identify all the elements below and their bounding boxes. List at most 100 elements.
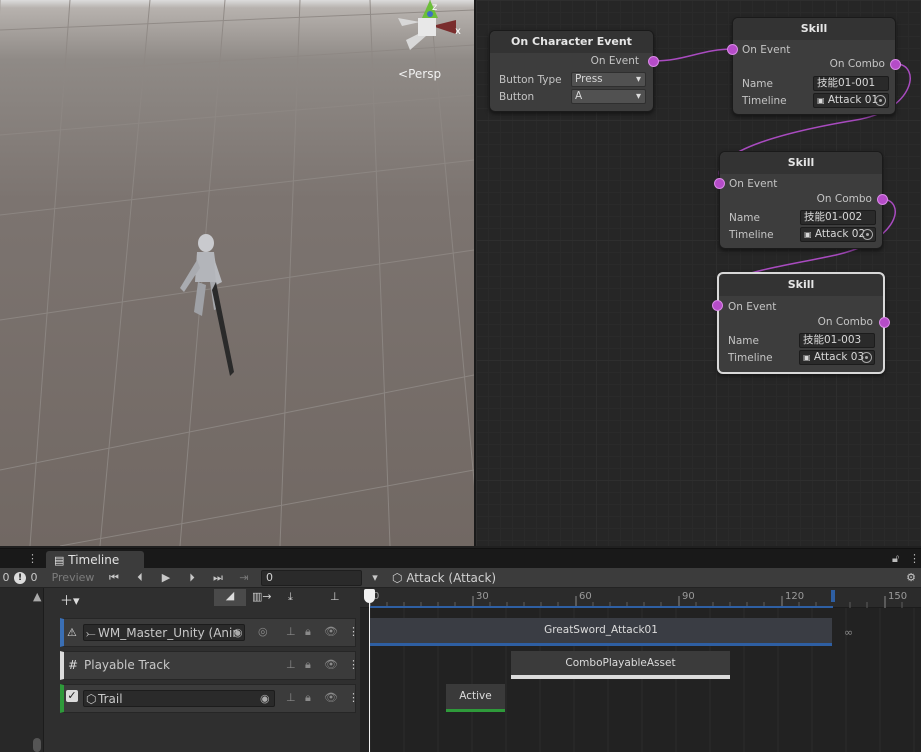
object-picker-icon[interactable]: [862, 229, 873, 240]
window-menu-icon[interactable]: ⋮: [909, 552, 920, 565]
lock-icon[interactable]: 🔒︎: [305, 625, 311, 639]
character-model[interactable]: [180, 234, 234, 376]
eye-icon[interactable]: 👁︎: [324, 625, 338, 638]
track-menu-icon[interactable]: ⋮: [348, 691, 359, 704]
object-picker-icon[interactable]: [875, 95, 886, 106]
output-port[interactable]: [648, 56, 659, 67]
time-ruler[interactable]: 0 30 60 90 120 150: [360, 588, 921, 608]
track-playable[interactable]: # Playable Track ⊥ 🔒︎ 👁︎ ⋮: [60, 651, 359, 680]
skill-node-3[interactable]: Skill On Event On Combo Name 技能01-003 Ti…: [712, 272, 890, 374]
output-port[interactable]: [879, 317, 890, 328]
output-port[interactable]: [877, 194, 888, 205]
pin-icon[interactable]: ⊥: [286, 658, 296, 671]
scene-grid: [0, 0, 474, 546]
name-value: 技能01-002: [804, 211, 863, 223]
warning-icon: !: [14, 572, 26, 584]
scene-view[interactable]: z x <Persp: [0, 0, 474, 546]
frame-input[interactable]: 0: [261, 570, 362, 586]
chevron-down-icon[interactable]: ▾: [368, 570, 382, 586]
on-character-event-node[interactable]: On Character Event On Event Button Type …: [489, 30, 659, 112]
scroll-up-icon[interactable]: ▲: [33, 590, 41, 603]
more-options-icon[interactable]: ⋮: [27, 552, 38, 565]
pin-icon[interactable]: ⊥: [286, 625, 296, 638]
timeline-window[interactable]: ⋮ ▤ Timeline 🔓︎ ⋮ 0 ! 0 Preview ⏮ ⏴ ▶ ⏵ …: [0, 548, 921, 752]
play-icon[interactable]: ▶: [156, 570, 176, 586]
playhead-line: [369, 590, 370, 752]
object-picker-icon[interactable]: ◉: [233, 626, 243, 639]
output-port[interactable]: [890, 59, 901, 70]
next-frame-icon[interactable]: ⏵: [182, 570, 202, 586]
record-icon[interactable]: ◎: [258, 625, 268, 638]
timeline-label: Timeline: [742, 95, 787, 107]
playhead-handle[interactable]: [364, 589, 375, 603]
track-name: Playable Track: [84, 658, 170, 672]
snap-icon[interactable]: ⊥: [330, 590, 340, 603]
lock-icon[interactable]: 🔒︎: [305, 658, 311, 672]
timeline-value: Attack 02: [814, 228, 866, 240]
breadcrumb-label: Attack (Attack): [406, 571, 497, 585]
graph-view[interactable]: On Character Event On Event Button Type …: [476, 0, 921, 546]
pin-icon[interactable]: ⊥: [286, 691, 296, 704]
track-menu-icon[interactable]: ⋮: [348, 625, 359, 638]
ruler-label-30: 30: [476, 591, 489, 602]
input-port[interactable]: [712, 300, 723, 311]
timeline-field[interactable]: ▣ Attack 02: [800, 227, 876, 242]
vertical-scrollbar[interactable]: [33, 738, 41, 752]
eye-icon[interactable]: 👁︎: [324, 691, 338, 704]
lock-icon[interactable]: 🔓︎: [892, 552, 899, 566]
node-title: Skill: [719, 274, 883, 296]
output-port-label: On Combo: [817, 316, 873, 328]
object-picker-icon[interactable]: ◉: [260, 692, 270, 705]
clip-animation[interactable]: GreatSword_Attack01: [370, 618, 832, 646]
orientation-gizmo[interactable]: z x: [392, 0, 468, 56]
gizmo-x-label: x: [455, 26, 461, 37]
output-port-label: On Event: [590, 55, 639, 67]
name-field[interactable]: 技能01-001: [813, 76, 889, 91]
name-field[interactable]: 技能01-002: [800, 210, 876, 225]
projection-toggle[interactable]: <Persp: [398, 67, 441, 81]
left-counter-a: 0: [2, 571, 10, 584]
output-port-label: On Combo: [829, 58, 885, 70]
clip-active[interactable]: Active: [446, 684, 505, 712]
clip-area[interactable]: GreatSword_Attack01 ∞ ComboPlayableAsset…: [360, 588, 921, 752]
track-menu-icon[interactable]: ⋮: [348, 658, 359, 671]
breadcrumb[interactable]: ⬡ Attack (Attack): [392, 570, 496, 586]
checkbox-icon[interactable]: ✓: [66, 690, 78, 702]
preview-button[interactable]: Preview: [48, 570, 98, 586]
binding-icon: ⤚: [86, 626, 96, 640]
timeline-asset-icon: ▣: [817, 96, 825, 105]
object-picker-icon[interactable]: [861, 352, 872, 363]
input-port[interactable]: [727, 44, 738, 55]
timeline-field[interactable]: ▣ Attack 01: [813, 93, 889, 108]
button-type-dropdown[interactable]: Press: [571, 72, 646, 87]
track-name: WM_Master_Unity (Anir: [98, 626, 238, 640]
node-title: Skill: [720, 152, 882, 174]
last-frame-icon[interactable]: ⏭: [207, 570, 229, 586]
lock-icon[interactable]: 🔒︎: [305, 691, 311, 705]
timeline-field[interactable]: ▣ Attack 03: [799, 350, 875, 365]
add-track-button[interactable]: ＋▾: [60, 590, 92, 609]
ruler-label-150: 150: [888, 591, 908, 602]
name-label: Name: [729, 212, 760, 224]
tab-label: Timeline: [68, 553, 120, 567]
track-animation[interactable]: ⚠ ⤚ WM_Master_Unity (Anir ◉ ◎ ⊥ 🔒︎ 👁︎ ⋮: [60, 618, 359, 647]
skill-node-2[interactable]: Skill On Event On Combo Name 技能01-002 Ti…: [714, 151, 888, 249]
edit-mode-icon[interactable]: ◢: [214, 589, 246, 606]
binding-field[interactable]: ⬡ Trail ◉: [83, 690, 275, 707]
input-port[interactable]: [714, 178, 725, 189]
first-frame-icon[interactable]: ⏮: [104, 570, 124, 586]
skill-node-1[interactable]: Skill On Event On Combo Name 技能01-001 Ti…: [727, 17, 901, 115]
clip-combo[interactable]: ComboPlayableAsset: [511, 651, 730, 679]
track-trail[interactable]: ✓ ⬡ Trail ◉ ⊥ 🔒︎ 👁︎ ⋮: [60, 684, 359, 713]
prev-frame-icon[interactable]: ⏴: [130, 570, 150, 586]
ripple-mode-icon[interactable]: ▥→: [252, 590, 272, 603]
eye-icon[interactable]: 👁︎: [324, 658, 338, 671]
gear-icon[interactable]: ⚙: [903, 570, 919, 586]
play-range-icon[interactable]: ⇥: [234, 570, 254, 586]
name-field[interactable]: 技能01-003: [799, 333, 875, 348]
ruler-label-120: 120: [785, 591, 805, 602]
binding-field[interactable]: ⤚ WM_Master_Unity (Anir ◉: [83, 624, 245, 641]
replace-mode-icon[interactable]: ⤓: [288, 590, 293, 604]
button-dropdown[interactable]: A: [571, 89, 646, 104]
name-label: Name: [742, 78, 773, 90]
